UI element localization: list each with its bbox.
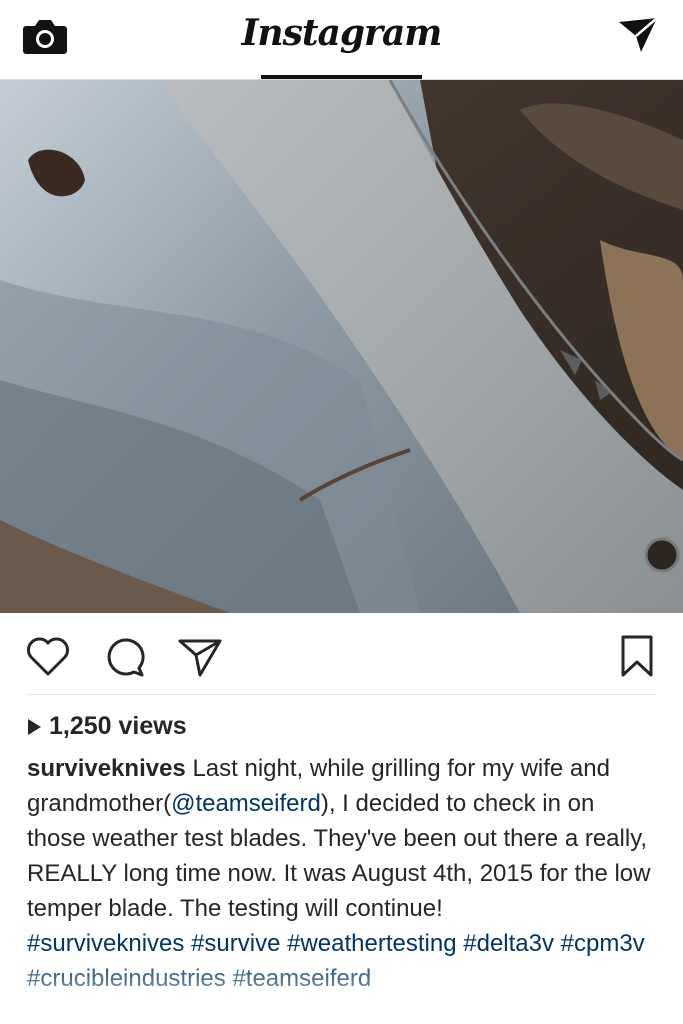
direct-message-icon[interactable]: [617, 14, 659, 56]
hashtag-link[interactable]: #crucibleindustries: [27, 965, 226, 992]
active-tab-indicator: [261, 75, 422, 79]
caption: surviveknives Last night, while grilling…: [27, 751, 657, 996]
views-count[interactable]: 1,250 views: [28, 712, 187, 741]
views-label: 1,250 views: [49, 712, 187, 740]
post-image[interactable]: [0, 80, 683, 613]
hashtag-link[interactable]: #teamseiferd: [232, 965, 371, 992]
hashtag-link[interactable]: #cpm3v: [561, 930, 645, 957]
hashtag-link[interactable]: #weathertesting: [287, 930, 456, 957]
hashtag-link[interactable]: #survive: [191, 930, 280, 957]
bookmark-icon[interactable]: [617, 633, 657, 681]
mention-link[interactable]: @teamseiferd: [171, 790, 321, 817]
hashtag-link[interactable]: #surviveknives: [27, 930, 184, 957]
post-actions: [0, 613, 683, 695]
app-title: Instagram: [241, 12, 443, 54]
comment-icon[interactable]: [101, 633, 149, 681]
heart-icon[interactable]: [24, 633, 72, 681]
play-icon: [28, 718, 41, 735]
top-bar: Instagram: [0, 0, 683, 80]
divider: [26, 694, 657, 695]
username-link[interactable]: surviveknives: [27, 755, 186, 782]
share-icon[interactable]: [176, 633, 224, 681]
hashtag-link[interactable]: #delta3v: [463, 930, 554, 957]
